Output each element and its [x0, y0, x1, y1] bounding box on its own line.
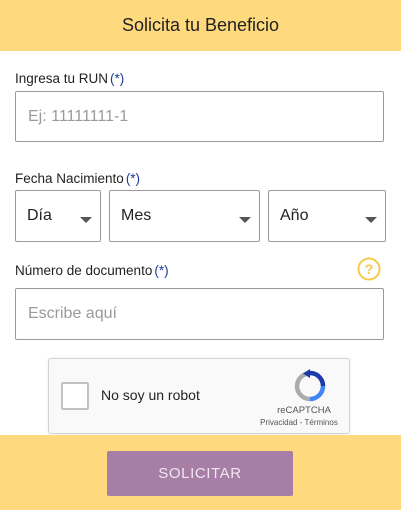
birthdate-required-marker: (*)	[125, 171, 141, 186]
recaptcha-widget: No soy un robot reCAPTCHA Privacidad - T…	[48, 358, 350, 434]
year-chevron-down-icon	[365, 217, 377, 223]
birthdate-label-text: Fecha Nacimiento	[15, 171, 124, 186]
year-select-value: Año	[280, 207, 309, 224]
month-select-value: Mes	[121, 207, 152, 224]
run-label: Ingresa tu RUN (*)	[15, 71, 124, 86]
submit-button[interactable]: SOLICITAR	[107, 451, 293, 496]
document-label: Número de documento (*)	[15, 263, 169, 278]
recaptcha-checkbox[interactable]	[61, 382, 89, 410]
day-chevron-down-icon	[80, 217, 92, 223]
document-input[interactable]	[15, 288, 384, 340]
run-input[interactable]	[15, 91, 384, 142]
page-title: Solicita tu Beneficio	[121, 15, 280, 35]
recaptcha-privacy-link[interactable]: Privacidad	[260, 418, 297, 427]
svg-text:?: ?	[365, 261, 374, 277]
run-required-marker: (*)	[110, 71, 125, 86]
recaptcha-label: No soy un robot	[101, 387, 200, 403]
recaptcha-brand: reCAPTCHA	[277, 405, 331, 416]
day-select-value: Día	[27, 207, 52, 224]
document-required-marker: (*)	[154, 263, 169, 278]
birthdate-label: Fecha Nacimiento (*)	[15, 171, 140, 186]
header-bar: Solicita tu Beneficio	[0, 0, 401, 51]
month-chevron-down-icon	[239, 217, 251, 223]
footer-bar: SOLICITAR	[0, 435, 401, 510]
run-label-text: Ingresa tu RUN	[15, 71, 109, 86]
month-select[interactable]: Mes	[109, 190, 260, 242]
help-icon[interactable]: ?	[357, 257, 381, 281]
recaptcha-terms-link[interactable]: Términos	[304, 418, 337, 427]
recaptcha-logo-icon	[294, 369, 326, 402]
document-label-text: Número de documento	[15, 263, 153, 278]
year-select[interactable]: Año	[268, 190, 386, 242]
day-select[interactable]: Día	[15, 190, 101, 242]
recaptcha-links: Privacidad - Términos	[249, 418, 349, 427]
